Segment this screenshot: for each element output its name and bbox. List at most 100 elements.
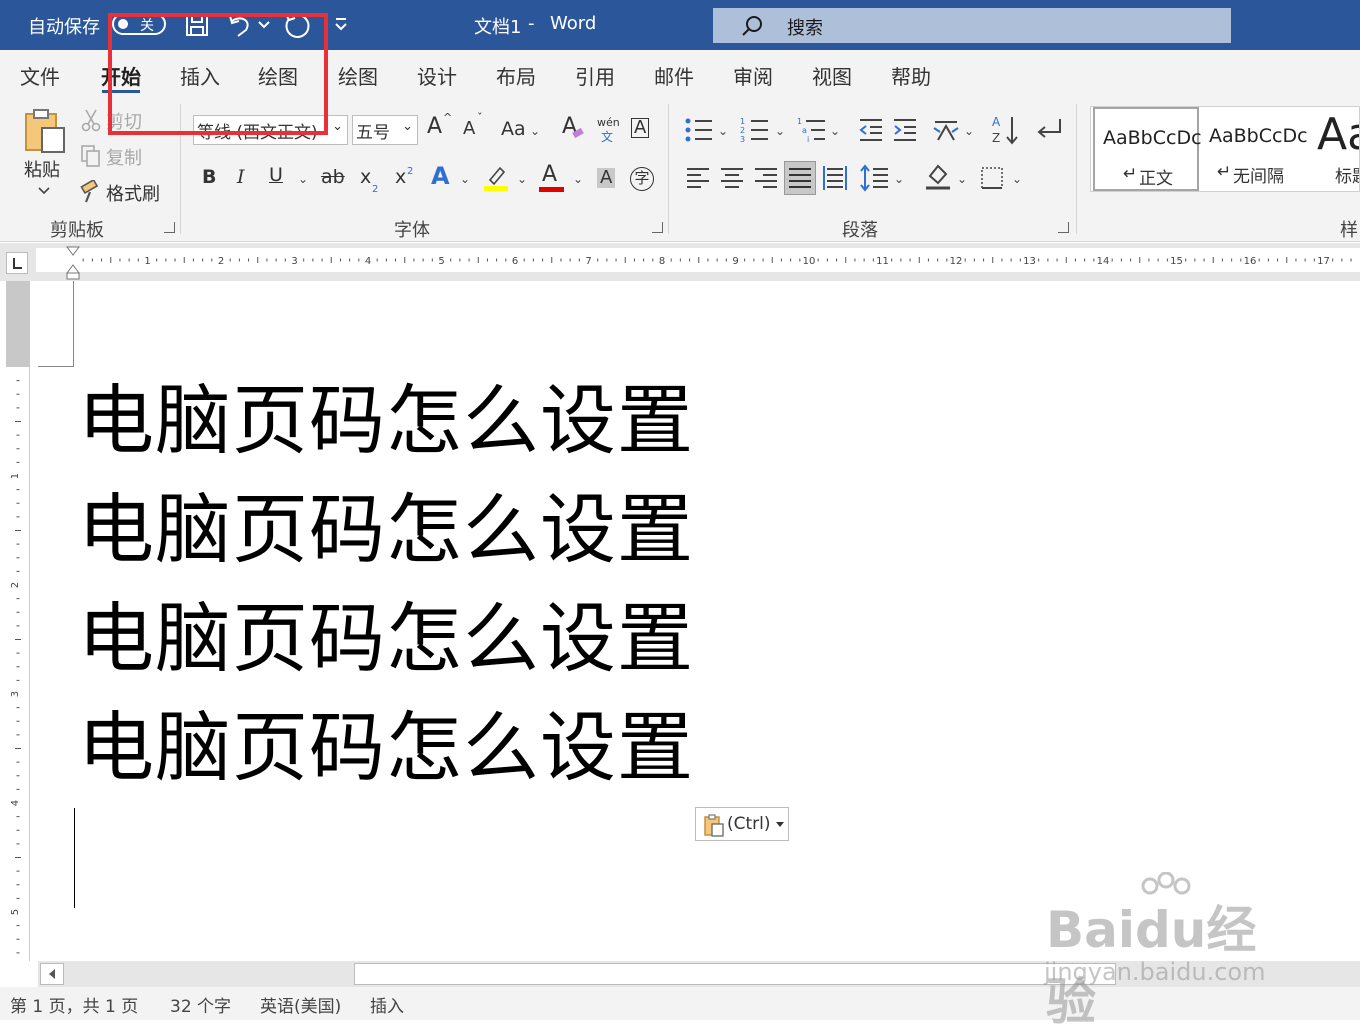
font-size-combo[interactable]: 五号 ⌄ bbox=[352, 115, 418, 145]
change-case-button[interactable]: Aa bbox=[501, 120, 526, 139]
search-placeholder: 搜索 bbox=[787, 18, 823, 39]
chevron-down-icon[interactable]: ⌄ bbox=[530, 124, 540, 138]
font-color-button[interactable]: A bbox=[542, 164, 557, 186]
chevron-down-icon[interactable]: ⌄ bbox=[517, 172, 527, 186]
document-paragraph[interactable]: 电脑页码怎么设置 bbox=[78, 601, 694, 677]
chinese-layout-icon[interactable] bbox=[932, 116, 960, 144]
increase-indent-icon[interactable] bbox=[892, 117, 918, 143]
vertical-ruler[interactable]: 1 2 3 4 5 bbox=[6, 281, 30, 961]
line-spacing-icon[interactable] bbox=[860, 164, 890, 192]
copy-label[interactable]: 复制 bbox=[106, 144, 142, 170]
style-heading[interactable]: Aa 标题 bbox=[1311, 107, 1359, 191]
format-painter-label[interactable]: 格式刷 bbox=[106, 180, 160, 206]
paragraph-launcher-icon[interactable] bbox=[1058, 222, 1069, 233]
align-center-icon[interactable] bbox=[720, 166, 744, 190]
chevron-down-icon[interactable]: ⌄ bbox=[775, 124, 785, 138]
italic-button[interactable]: I bbox=[237, 168, 245, 187]
tab-layout[interactable]: 布局 bbox=[496, 61, 536, 90]
search-icon bbox=[742, 16, 762, 36]
text-effects-button[interactable]: A bbox=[431, 164, 450, 188]
borders-icon[interactable] bbox=[980, 166, 1004, 190]
chevron-down-icon[interactable]: ⌄ bbox=[1012, 172, 1022, 186]
numbering-icon[interactable]: 1 2 3 bbox=[740, 116, 770, 144]
search-box[interactable]: 搜索 bbox=[713, 8, 1231, 43]
chevron-down-icon[interactable]: ⌄ bbox=[573, 172, 583, 186]
tab-design[interactable]: 设计 bbox=[417, 61, 457, 90]
tab-view[interactable]: 视图 bbox=[812, 61, 852, 90]
chevron-down-icon[interactable]: ⌄ bbox=[894, 172, 904, 186]
tab-references[interactable]: 引用 bbox=[575, 61, 615, 90]
show-formatting-marks-icon[interactable] bbox=[1034, 116, 1064, 144]
input-mode[interactable]: 插入 bbox=[370, 992, 404, 1017]
scroll-left-button[interactable] bbox=[40, 963, 64, 985]
ruler-number: 1 bbox=[144, 256, 150, 267]
justify-icon[interactable] bbox=[788, 166, 812, 190]
page-count[interactable]: 第 1 页，共 1 页 bbox=[10, 992, 138, 1017]
copy-icon[interactable] bbox=[80, 144, 102, 168]
ruler-number: 8 bbox=[659, 256, 665, 267]
subscript-button[interactable]: x bbox=[360, 168, 371, 187]
align-left-icon[interactable] bbox=[686, 166, 710, 190]
ruler-number: 16 bbox=[1244, 256, 1257, 267]
vertical-ruler-ticks: 1 2 3 4 5 bbox=[10, 380, 21, 954]
chevron-down-icon[interactable]: ⌄ bbox=[460, 172, 470, 186]
bold-button[interactable]: B bbox=[202, 168, 216, 187]
paste-icon[interactable] bbox=[22, 106, 68, 154]
customize-toolbar-icon[interactable] bbox=[334, 16, 348, 32]
language-indicator[interactable]: 英语(美国) bbox=[260, 992, 341, 1017]
format-painter-icon[interactable] bbox=[80, 180, 104, 204]
clipboard-launcher-icon[interactable] bbox=[164, 222, 175, 233]
chevron-down-icon[interactable]: ⌄ bbox=[718, 124, 728, 138]
paste-options-button[interactable]: (Ctrl) bbox=[695, 807, 789, 841]
style-no-spacing[interactable]: AaBbCcDc ↵ 无间隔 bbox=[1201, 107, 1309, 191]
shrink-font-button[interactable]: A bbox=[463, 120, 475, 138]
document-paragraph[interactable]: 电脑页码怎么设置 bbox=[78, 492, 694, 568]
superscript-button[interactable]: x bbox=[395, 168, 406, 187]
chevron-down-icon[interactable]: ⌄ bbox=[957, 172, 967, 186]
distributed-icon[interactable] bbox=[822, 164, 848, 192]
scissors-icon[interactable] bbox=[80, 108, 102, 132]
sort-icon[interactable]: A Z bbox=[992, 114, 1022, 146]
chevron-down-icon[interactable]: ⌄ bbox=[830, 124, 840, 138]
character-shading-button[interactable]: A bbox=[597, 168, 616, 188]
document-paragraph[interactable]: 电脑页码怎么设置 bbox=[78, 383, 694, 459]
tab-help[interactable]: 帮助 bbox=[891, 61, 931, 90]
font-launcher-icon[interactable] bbox=[652, 222, 663, 233]
horizontal-ruler[interactable]: 1 2 3 4 5 6 7 8 9 10 11 12 13 14 15 16 17 bbox=[36, 248, 1360, 272]
chevron-down-icon[interactable]: ⌄ bbox=[964, 124, 974, 138]
style-normal[interactable]: AaBbCcDc ↵ 正文 bbox=[1093, 107, 1202, 191]
decrease-indent-icon[interactable] bbox=[858, 117, 884, 143]
paste-label[interactable]: 粘贴 bbox=[24, 156, 60, 182]
align-right-icon[interactable] bbox=[754, 166, 778, 190]
indent-marker-icon[interactable] bbox=[65, 245, 81, 281]
enclose-characters-button[interactable]: 字 bbox=[630, 167, 654, 191]
font-color-swatch bbox=[539, 187, 564, 192]
multilevel-list-icon[interactable]: 1 a i bbox=[797, 116, 827, 144]
scroll-thumb[interactable] bbox=[354, 963, 1116, 985]
chevron-down-icon[interactable]: ⌄ bbox=[298, 172, 308, 186]
tab-selector[interactable] bbox=[6, 252, 28, 274]
text-cursor bbox=[74, 808, 75, 908]
grow-font-caret-icon: ^ bbox=[443, 111, 453, 124]
document-paragraph[interactable]: 电脑页码怎么设置 bbox=[78, 710, 694, 786]
svg-text:i: i bbox=[807, 135, 809, 144]
tab-file[interactable]: 文件 bbox=[20, 61, 60, 90]
underline-button[interactable]: U bbox=[269, 166, 283, 185]
vertical-ruler-margin bbox=[6, 281, 30, 367]
style-name: 标题 bbox=[1335, 167, 1359, 187]
character-border-button[interactable]: A bbox=[631, 118, 650, 138]
font-size-value: 五号 bbox=[356, 123, 390, 143]
tab-review[interactable]: 审阅 bbox=[733, 61, 773, 90]
highlighter-icon[interactable] bbox=[482, 164, 510, 192]
paste-dropdown-chevron-icon[interactable] bbox=[38, 186, 50, 196]
ruler-number: 1 bbox=[10, 473, 21, 479]
word-count[interactable]: 32 个字 bbox=[170, 992, 231, 1017]
shading-icon[interactable] bbox=[924, 162, 952, 192]
tab-draw-2[interactable]: 绘图 bbox=[338, 61, 378, 90]
phonetic-guide-bottom[interactable]: 文 bbox=[601, 128, 613, 145]
strikethrough-button[interactable]: ab bbox=[321, 168, 345, 187]
return-mark-icon: ↵ bbox=[1217, 162, 1232, 182]
tab-mailings[interactable]: 邮件 bbox=[654, 61, 694, 90]
bullets-icon[interactable] bbox=[684, 116, 714, 144]
grow-font-button[interactable]: A bbox=[427, 116, 442, 138]
